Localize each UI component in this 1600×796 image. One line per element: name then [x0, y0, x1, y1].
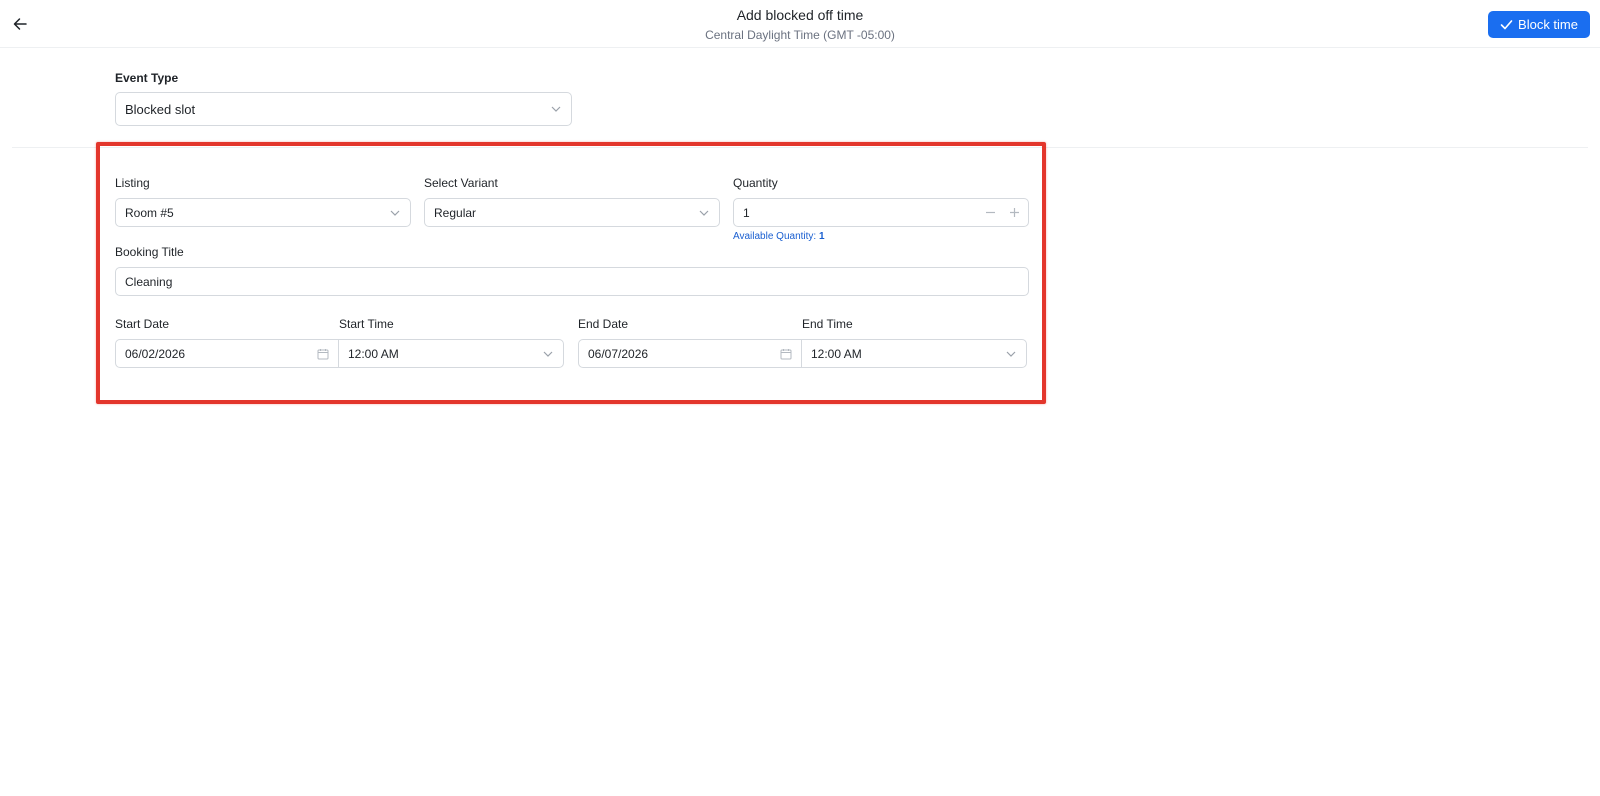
chevron-down-icon — [543, 349, 553, 359]
end-time-value: 12:00 AM — [811, 346, 862, 361]
chevron-down-icon — [551, 104, 561, 114]
end-date-field: End Date 06/07/2026 — [578, 317, 803, 368]
variant-value: Regular — [434, 205, 477, 220]
variant-label: Select Variant — [424, 176, 498, 190]
end-time-label: End Time — [802, 317, 853, 331]
quantity-stepper[interactable]: 1 — [733, 198, 1029, 227]
quantity-label: Quantity — [733, 176, 778, 190]
minus-icon[interactable] — [984, 207, 996, 219]
timezone-subtitle: Central Daylight Time (GMT -05:00) — [705, 28, 895, 42]
quantity-field: Quantity 1 Available Quantity: 1 — [733, 176, 1029, 242]
listing-value: Room #5 — [125, 205, 174, 220]
end-date-label: End Date — [578, 317, 629, 331]
available-quantity-value: 1 — [818, 231, 825, 242]
start-date-label: Start Date — [115, 317, 170, 331]
start-time-value: 12:00 AM — [348, 346, 399, 361]
start-time-label: Start Time — [339, 317, 394, 331]
plus-icon[interactable] — [1008, 207, 1020, 219]
page-title: Add blocked off time — [736, 7, 864, 23]
start-time-field: Start Time 12:00 AM — [338, 317, 564, 368]
chevron-down-icon — [390, 208, 400, 218]
calendar-icon[interactable] — [317, 348, 329, 360]
start-date-value: 06/02/2026 — [125, 346, 186, 361]
chevron-down-icon — [1006, 349, 1016, 359]
available-quantity-label: Available Quantity: — [733, 231, 817, 242]
available-quantity: Available Quantity: 1 — [733, 231, 1029, 242]
page-header: Add blocked off time Central Daylight Ti… — [0, 0, 1600, 48]
start-date-field: Start Date 06/02/2026 — [115, 317, 340, 368]
listing-select[interactable]: Room #5 — [115, 198, 411, 227]
block-time-button[interactable]: Block time — [1488, 11, 1590, 38]
calendar-icon[interactable] — [780, 348, 792, 360]
section-divider — [12, 147, 1588, 148]
chevron-down-icon — [699, 208, 709, 218]
listing-field: Listing Room #5 — [115, 176, 411, 227]
listing-label: Listing — [115, 176, 150, 190]
end-date-input[interactable]: 06/07/2026 — [578, 339, 803, 368]
start-date-input[interactable]: 06/02/2026 — [115, 339, 340, 368]
booking-title-input[interactable]: Cleaning — [115, 267, 1029, 296]
variant-select[interactable]: Regular — [424, 198, 720, 227]
check-icon — [1500, 20, 1513, 30]
quantity-controls — [984, 199, 1020, 226]
event-type-value: Blocked slot — [125, 101, 196, 117]
end-time-select[interactable]: 12:00 AM — [801, 339, 1027, 368]
end-time-field: End Time 12:00 AM — [801, 317, 1027, 368]
variant-field: Select Variant Regular — [424, 176, 720, 227]
booking-title-field: Booking Title Cleaning — [115, 245, 1029, 296]
block-time-button-label: Block time — [1518, 17, 1578, 32]
quantity-value[interactable]: 1 — [743, 206, 750, 220]
booking-title-label: Booking Title — [115, 245, 184, 259]
header-titles: Add blocked off time Central Daylight Ti… — [0, 7, 1600, 43]
event-type-field: Event Type Blocked slot — [115, 71, 572, 126]
start-time-select[interactable]: 12:00 AM — [338, 339, 564, 368]
end-date-value: 06/07/2026 — [588, 346, 649, 361]
event-type-select[interactable]: Blocked slot — [115, 92, 572, 126]
event-type-label: Event Type — [115, 71, 179, 85]
booking-title-value: Cleaning — [125, 274, 173, 289]
app-root: Add blocked off time Central Daylight Ti… — [0, 0, 1600, 796]
